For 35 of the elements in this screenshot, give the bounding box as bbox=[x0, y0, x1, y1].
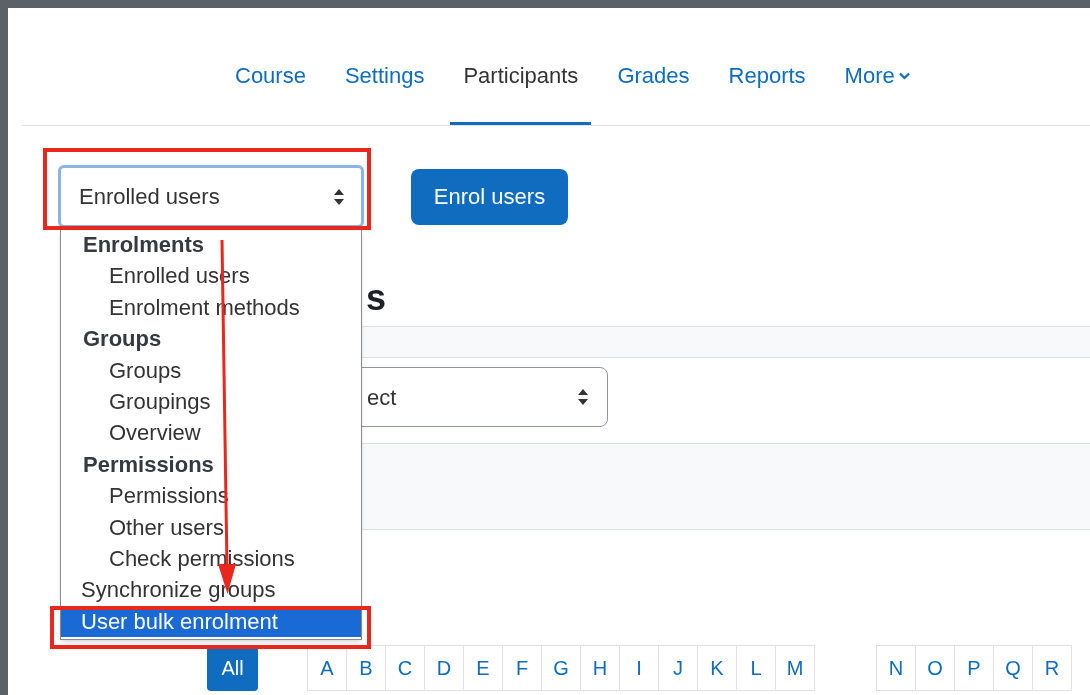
letter-button[interactable]: P bbox=[954, 645, 994, 691]
nav-tab[interactable]: Participants bbox=[450, 50, 592, 125]
menu-group-label: Permissions bbox=[82, 450, 215, 479]
menu-option[interactable]: Synchronize groups bbox=[61, 574, 361, 606]
letter-button[interactable]: G bbox=[541, 645, 581, 691]
letter-button[interactable]: K bbox=[697, 645, 737, 691]
letter-button[interactable]: D bbox=[424, 645, 464, 691]
letter-button[interactable]: B bbox=[346, 645, 386, 691]
page-heading: s bbox=[366, 277, 387, 318]
letter-button[interactable]: C bbox=[385, 645, 425, 691]
menu-group-label: Groups bbox=[82, 325, 163, 354]
letter-button[interactable]: R bbox=[1032, 645, 1072, 691]
nav-tab[interactable]: Reports bbox=[715, 50, 819, 125]
letter-button[interactable]: I bbox=[619, 645, 659, 691]
letter-button[interactable]: Q bbox=[993, 645, 1033, 691]
sort-arrows-icon bbox=[333, 187, 345, 206]
menu-group-label: Enrolments bbox=[82, 231, 206, 259]
nav-tab[interactable]: Grades bbox=[604, 50, 703, 125]
letter-button[interactable]: M bbox=[775, 645, 815, 691]
select-value: Enrolled users bbox=[79, 183, 220, 211]
menu-option[interactable]: Other users bbox=[61, 511, 361, 543]
nav-tab[interactable]: More bbox=[831, 50, 923, 125]
letter-button[interactable]: J bbox=[658, 645, 698, 691]
caret-icon bbox=[898, 72, 910, 80]
enrol-users-button[interactable]: Enrol users bbox=[411, 168, 568, 225]
letter-button[interactable]: O bbox=[915, 645, 955, 691]
letter-button[interactable]: F bbox=[502, 645, 542, 691]
nav-tab[interactable]: Course bbox=[222, 50, 319, 125]
sort-arrows-icon bbox=[577, 388, 589, 406]
letter-button[interactable]: L bbox=[736, 645, 776, 691]
letter-button[interactable]: E bbox=[463, 645, 503, 691]
nav-tab[interactable]: Settings bbox=[331, 50, 438, 125]
letter-button[interactable]: H bbox=[580, 645, 620, 691]
letter-button[interactable]: N bbox=[876, 645, 916, 691]
select-value: ect bbox=[367, 383, 397, 412]
